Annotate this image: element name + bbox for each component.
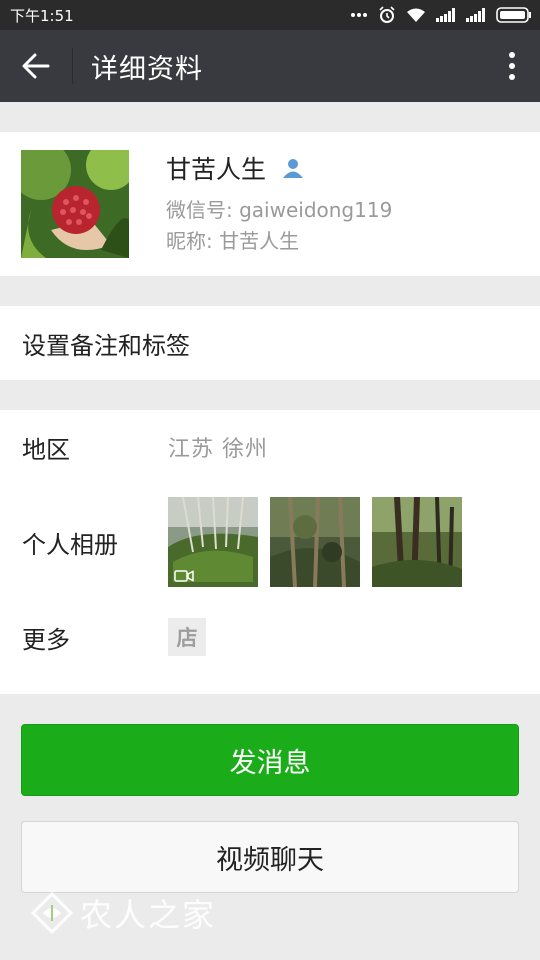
more-options-button[interactable]	[484, 30, 540, 102]
profile-card: 甘苦人生 微信号: gaiweidong119 昵称: 甘苦人生	[0, 132, 540, 276]
watermark: 农人之家	[30, 890, 216, 936]
alarm-icon	[379, 6, 395, 23]
back-button[interactable]	[0, 30, 72, 102]
more-label: 更多	[22, 625, 70, 654]
details-card: 地区 江苏 徐州 个人相册 更多 店	[0, 410, 540, 694]
remark-label: 设置备注和标签	[22, 331, 190, 360]
page-title: 详细资料	[91, 53, 203, 85]
nav-bar: 详细资料	[0, 30, 540, 102]
album-thumbnail[interactable]	[372, 497, 462, 587]
video-camera-icon	[174, 570, 194, 582]
shop-icon: 店	[168, 618, 206, 656]
region-label: 地区	[22, 435, 70, 464]
profile-name-row: 甘苦人生	[166, 150, 392, 186]
video-chat-button[interactable]: 视频聊天	[21, 821, 519, 893]
nav-divider	[72, 48, 73, 84]
nickname: 昵称: 甘苦人生	[166, 229, 300, 253]
signal-icon	[466, 8, 485, 22]
album-label: 个人相册	[22, 530, 118, 559]
status-icons	[350, 6, 532, 24]
set-remark-and-tags-row[interactable]: 设置备注和标签	[0, 306, 540, 380]
album-thumbnail[interactable]	[270, 497, 360, 587]
more-row[interactable]: 更多 店	[0, 600, 540, 694]
watermark-logo-icon	[30, 891, 74, 935]
send-message-button[interactable]: 发消息	[21, 724, 519, 796]
region-row: 地区 江苏 徐州	[0, 410, 540, 484]
profile-info: 甘苦人生 微信号: gaiweidong119 昵称: 甘苦人生	[166, 150, 392, 254]
watermark-text: 农人之家	[80, 896, 217, 934]
person-icon	[282, 157, 304, 179]
profile-name: 甘苦人生	[166, 155, 267, 184]
avatar-image	[21, 150, 129, 258]
wechat-id: 微信号: gaiweidong119	[166, 198, 393, 222]
avatar[interactable]	[21, 150, 129, 258]
wifi-icon	[407, 8, 425, 22]
personal-album-row[interactable]: 个人相册	[0, 484, 540, 600]
signal-icon	[436, 8, 455, 22]
vertical-dots-icon	[509, 52, 515, 80]
album-thumbnail[interactable]	[168, 497, 258, 587]
region-value: 江苏 徐州	[168, 437, 268, 462]
album-thumbnails	[168, 497, 462, 587]
status-time: 下午1:51	[10, 6, 74, 25]
more-dots-icon	[351, 13, 367, 17]
arrow-left-icon	[22, 53, 50, 79]
status-bar: 下午1:51	[0, 0, 540, 30]
battery-icon	[496, 7, 531, 23]
